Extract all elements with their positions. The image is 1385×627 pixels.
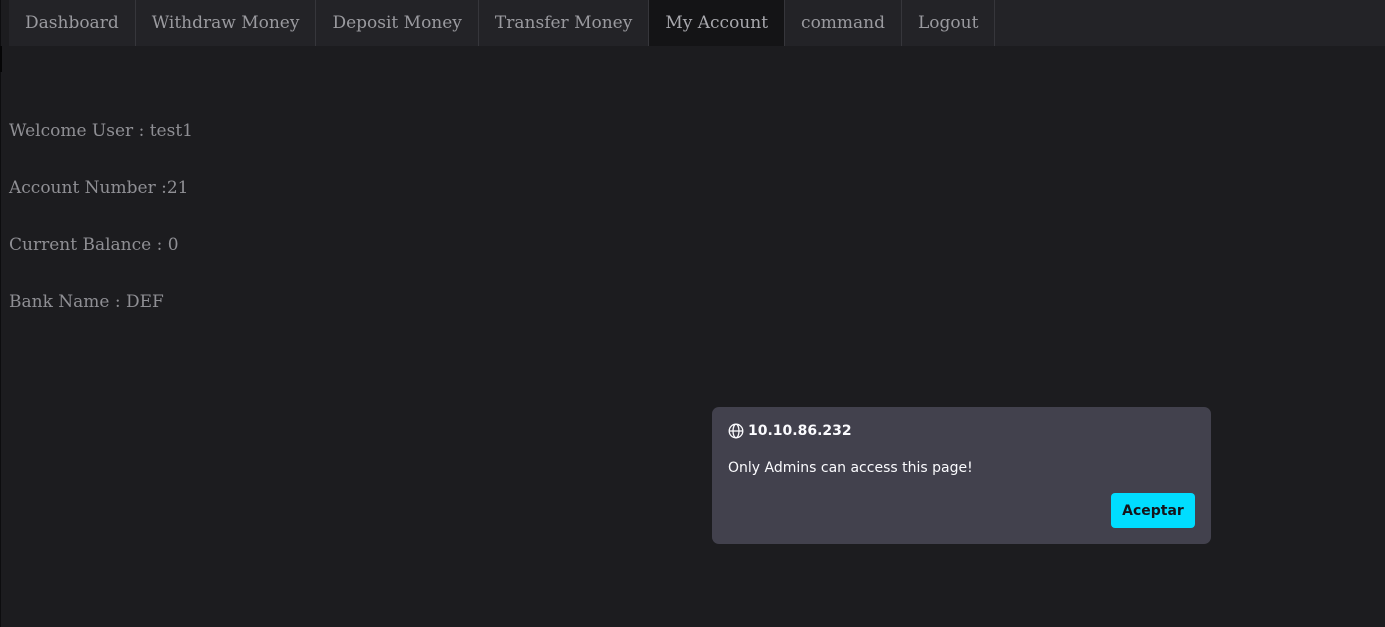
- page-left-border: [0, 0, 1, 627]
- nav-item-label: Deposit Money: [332, 13, 462, 33]
- nav-item-label: Withdraw Money: [151, 13, 300, 33]
- nav-item-label: Logout: [918, 13, 979, 33]
- nav-item-label: Dashboard: [25, 13, 119, 33]
- nav-item-my-account[interactable]: My Account: [649, 0, 786, 46]
- nav-item-withdraw-money[interactable]: Withdraw Money: [136, 0, 317, 46]
- accept-button[interactable]: Aceptar: [1111, 493, 1195, 528]
- dialog-origin-host: 10.10.86.232: [748, 423, 852, 439]
- nav-item-label: command: [801, 13, 886, 33]
- top-navbar: Dashboard Withdraw Money Deposit Money T…: [9, 0, 1385, 46]
- dialog-origin: 10.10.86.232: [728, 423, 852, 439]
- globe-icon: [728, 423, 744, 439]
- bank-name-text: Bank Name : DEF: [9, 292, 164, 312]
- alert-dialog: 10.10.86.232 Only Admins can access this…: [712, 407, 1211, 544]
- nav-item-command[interactable]: command: [785, 0, 903, 46]
- welcome-user-text: Welcome User : test1: [9, 121, 193, 141]
- nav-item-deposit-money[interactable]: Deposit Money: [316, 0, 479, 46]
- page-edge-mark: [0, 46, 2, 72]
- nav-item-label: My Account: [665, 13, 769, 33]
- nav-item-logout[interactable]: Logout: [902, 0, 996, 46]
- nav-item-transfer-money[interactable]: Transfer Money: [479, 0, 650, 46]
- current-balance-text: Current Balance : 0: [9, 235, 179, 255]
- dialog-message: Only Admins can access this page!: [728, 460, 973, 476]
- nav-item-dashboard[interactable]: Dashboard: [9, 0, 136, 46]
- account-number-text: Account Number :21: [9, 178, 189, 198]
- nav-item-label: Transfer Money: [494, 13, 633, 33]
